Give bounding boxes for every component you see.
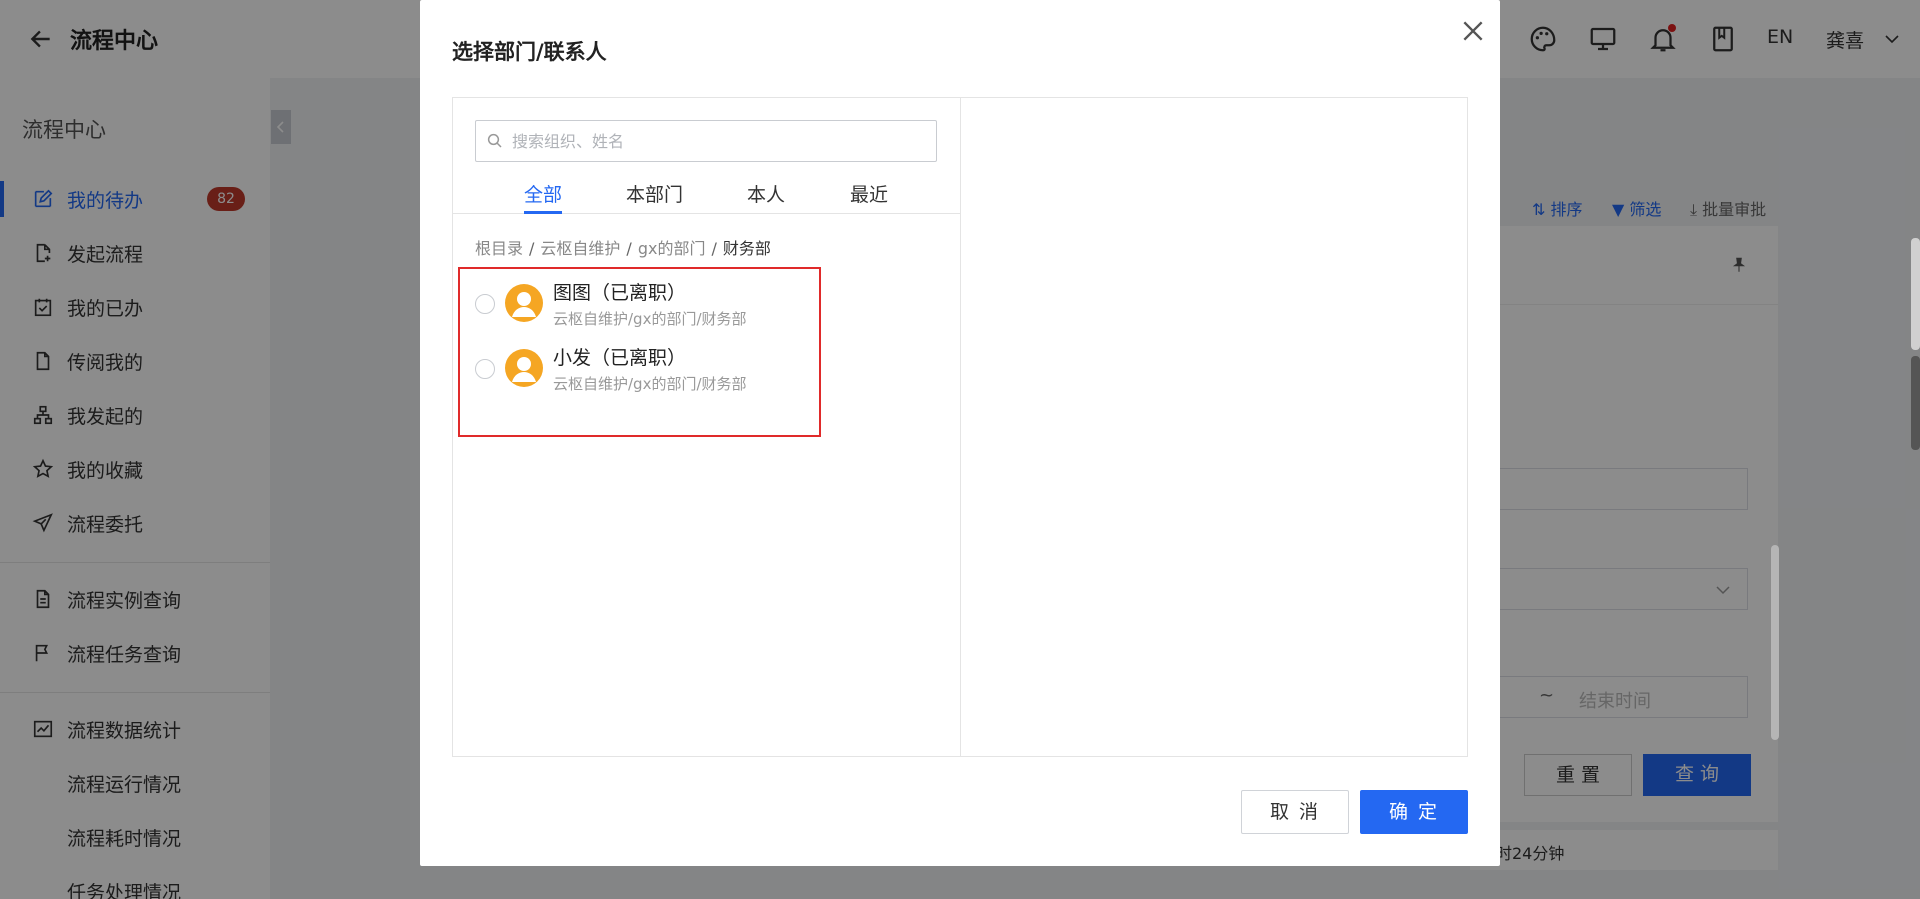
tab-recent[interactable]: 最近: [850, 180, 888, 207]
search-input[interactable]: [512, 129, 922, 153]
select-contact-dialog: 选择部门/联系人 全部 本部门 本人 最近 根目录/云枢自维护/gx的部门/财务…: [420, 0, 1500, 866]
person-department-path: 云枢自维护/gx的部门/财务部: [553, 375, 747, 393]
selection-panel: 全部 本部门 本人 最近 根目录/云枢自维护/gx的部门/财务部 图图（已离职）…: [452, 97, 1468, 757]
breadcrumb-separator: /: [626, 239, 632, 258]
close-icon[interactable]: [1460, 18, 1486, 44]
confirm-button[interactable]: 确 定: [1360, 790, 1468, 834]
breadcrumb-org[interactable]: 云枢自维护: [540, 239, 620, 258]
select-radio[interactable]: [475, 359, 495, 379]
person-name: 小发（已离职）: [553, 347, 687, 369]
scrollbar-thumb[interactable]: [1771, 545, 1779, 740]
breadcrumb-dept[interactable]: gx的部门: [638, 239, 706, 258]
tab-bar: 全部 本部门 本人 最近: [453, 174, 960, 214]
breadcrumb-separator: /: [529, 239, 535, 258]
list-item[interactable]: 小发（已离职） 云枢自维护/gx的部门/财务部: [473, 341, 813, 397]
breadcrumb-separator: /: [711, 239, 717, 258]
org-tree-panel: 全部 本部门 本人 最近 根目录/云枢自维护/gx的部门/财务部 图图（已离职）…: [453, 98, 961, 756]
search-icon: [487, 133, 502, 148]
breadcrumb: 根目录 / 云枢自维护 / gx的部门 / 财务部: [475, 235, 771, 259]
list-item[interactable]: 图图（已离职） 云枢自维护/gx的部门/财务部: [473, 276, 813, 332]
tab-all[interactable]: 全部: [524, 180, 563, 214]
scrollbar-thumb[interactable]: [1911, 356, 1920, 450]
selected-panel: [961, 98, 1467, 756]
breadcrumb-current: 财务部: [722, 239, 771, 258]
breadcrumb-root[interactable]: 根目录: [475, 239, 523, 258]
scrollbar-thumb[interactable]: [1911, 238, 1920, 350]
dialog-title: 选择部门/联系人: [452, 40, 607, 64]
search-box[interactable]: [475, 120, 937, 162]
person-name: 图图（已离职）: [553, 282, 687, 304]
select-radio[interactable]: [475, 294, 495, 314]
tab-my-department[interactable]: 本部门: [626, 180, 683, 207]
user-avatar-icon: [505, 284, 543, 322]
cancel-button[interactable]: 取 消: [1241, 790, 1349, 834]
user-avatar-icon: [505, 349, 543, 387]
person-department-path: 云枢自维护/gx的部门/财务部: [553, 310, 747, 328]
tab-myself[interactable]: 本人: [747, 180, 785, 207]
